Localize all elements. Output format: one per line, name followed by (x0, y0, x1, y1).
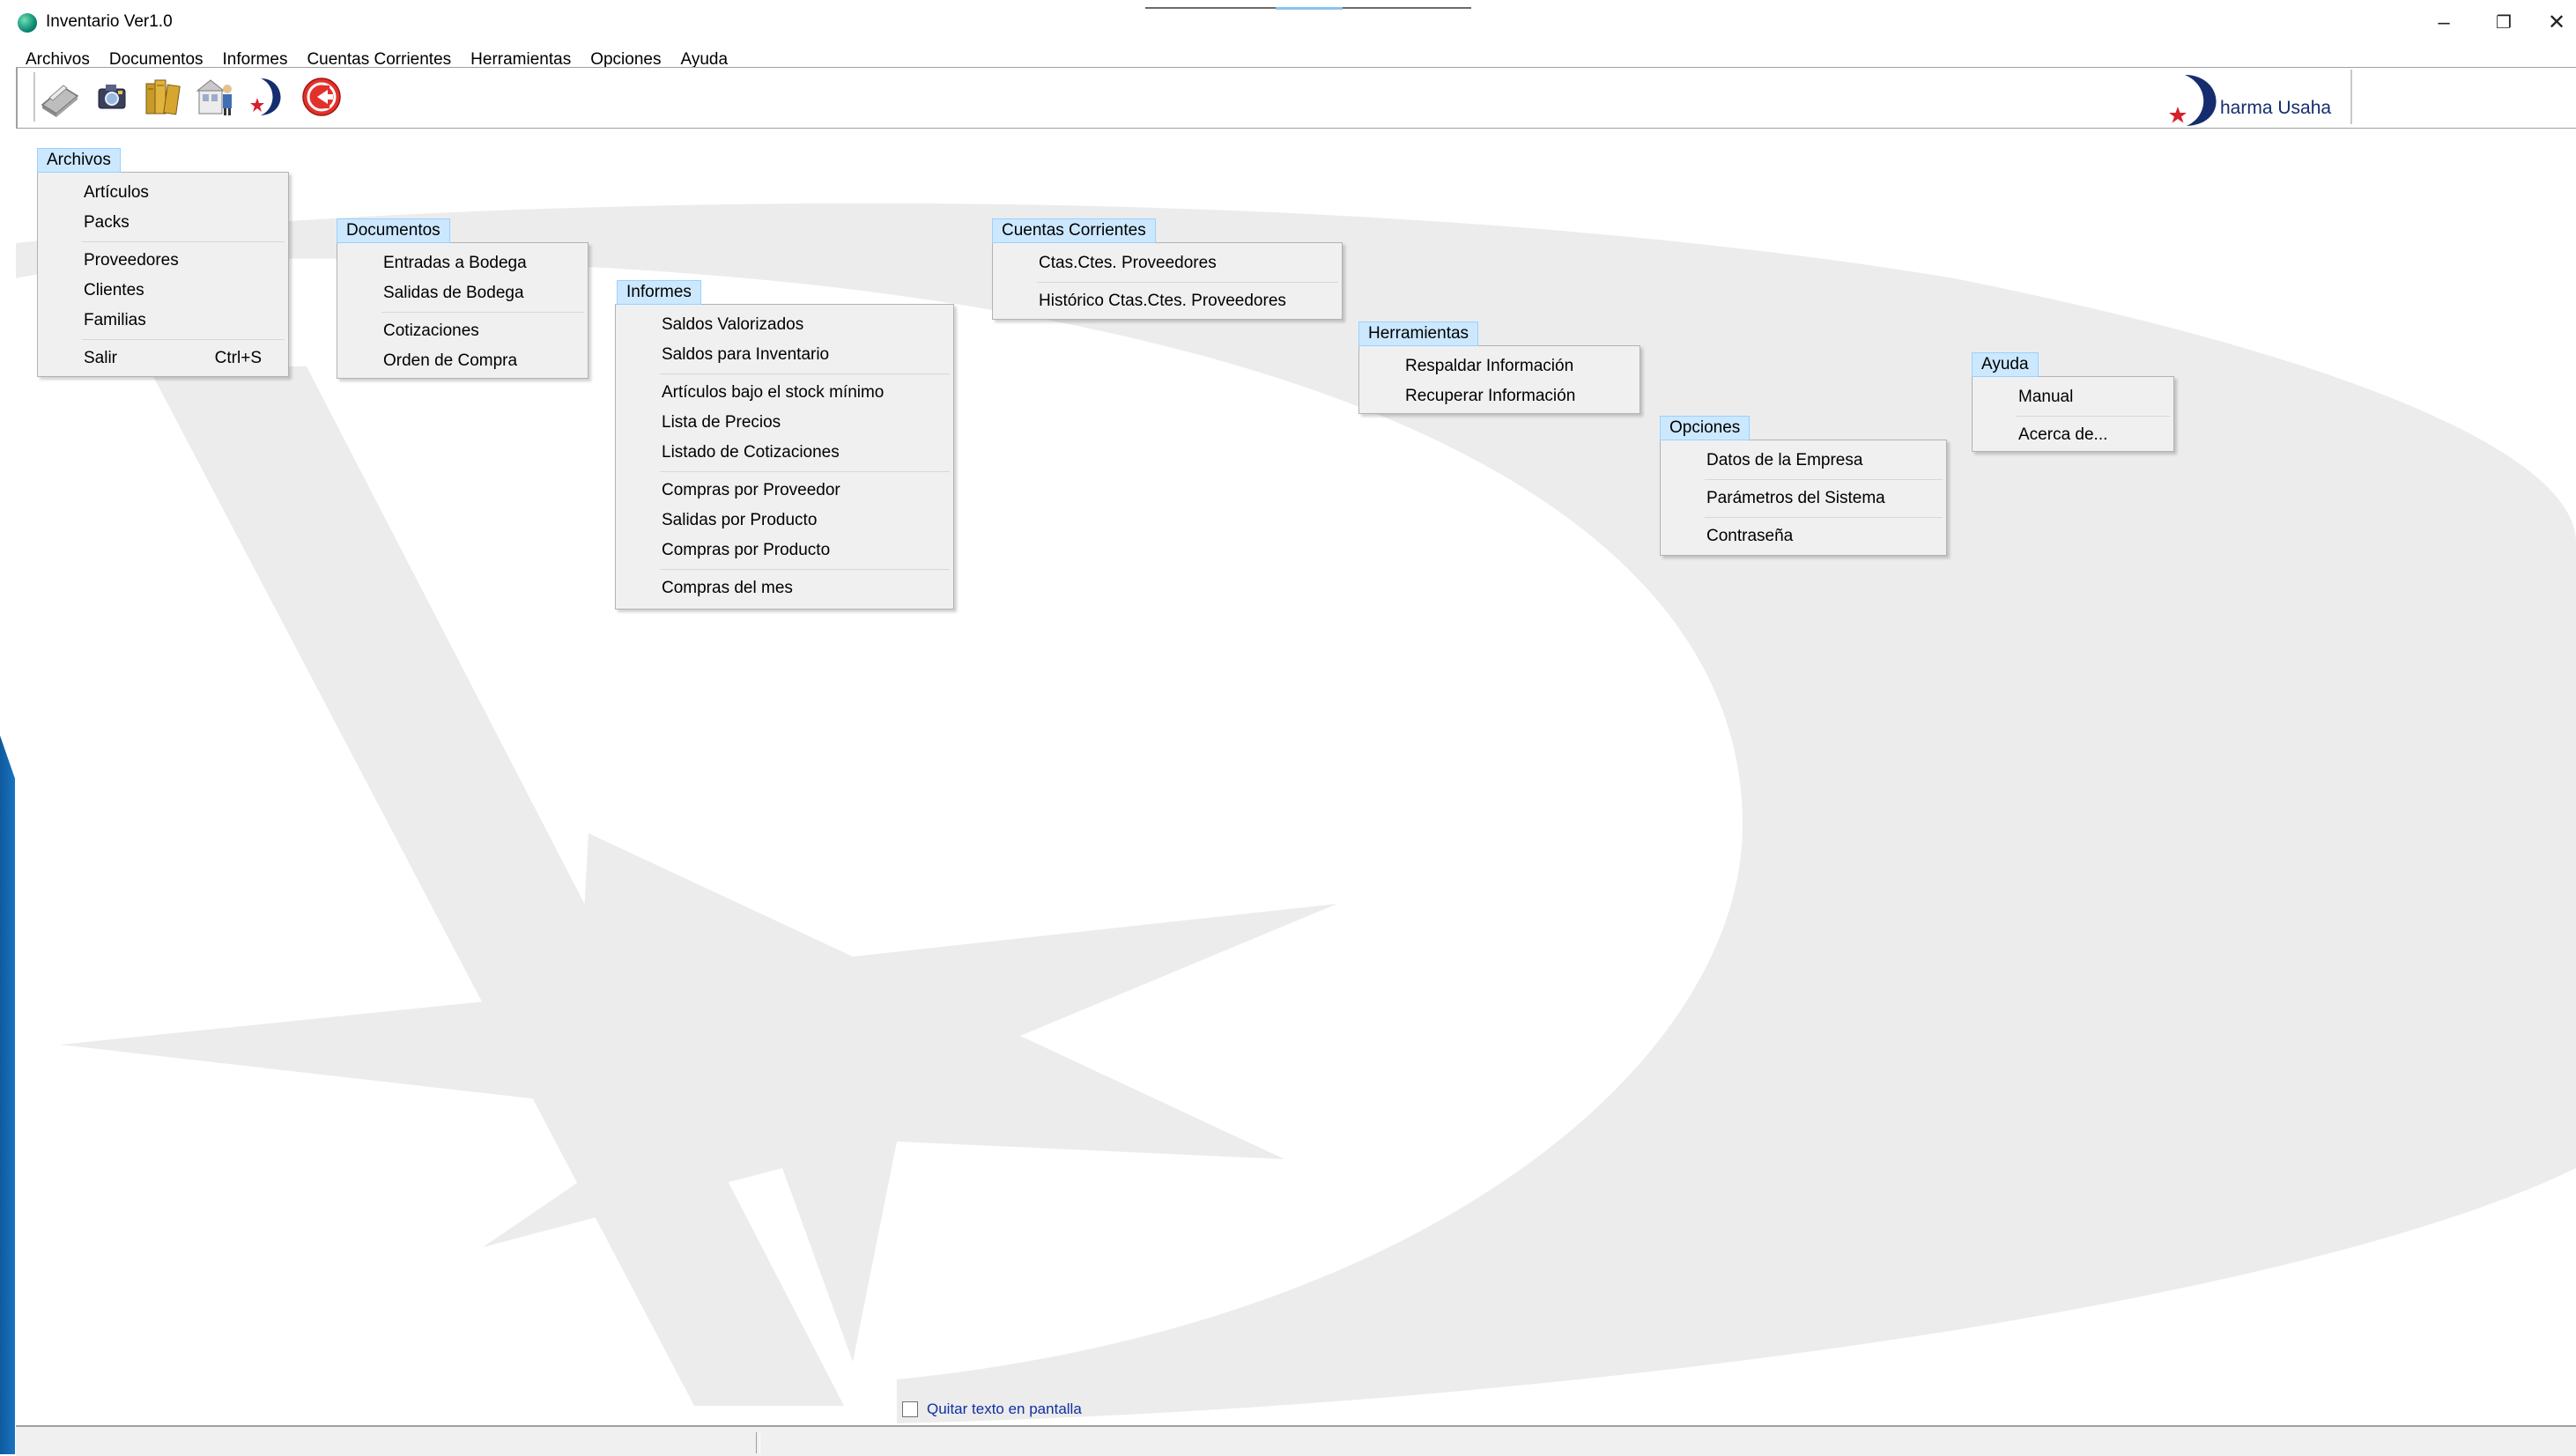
menu-item-articulos-stock-minimo[interactable]: Artículos bajo el stock mínimo (616, 378, 953, 408)
cuentas-menu: Ctas.Ctes. Proveedores Histórico Ctas.Ct… (992, 242, 1343, 320)
informes-menu-title[interactable]: Informes (617, 280, 701, 305)
menu-item-listado-cotizaciones[interactable]: Listado de Cotizaciones (616, 438, 953, 468)
archivos-menu: Artículos Packs Proveedores Clientes Fam… (37, 172, 289, 377)
documentos-menu-title[interactable]: Documentos (337, 218, 450, 243)
menu-item-ctas-ctes-proveedores[interactable]: Ctas.Ctes. Proveedores (993, 248, 1342, 278)
menu-item-salidas-producto[interactable]: Salidas por Producto (616, 506, 953, 536)
menu-separator (1705, 517, 1943, 518)
status-bar (16, 1425, 2576, 1456)
menu-item-compras-producto[interactable]: Compras por Producto (616, 536, 953, 565)
informes-menu: Saldos Valorizados Saldos para Inventari… (615, 304, 954, 610)
toolbar-divider (2350, 70, 2352, 124)
menu-item-acerca-de[interactable]: Acerca de... (1973, 420, 2173, 450)
menu-item-proveedores[interactable]: Proveedores (38, 246, 288, 276)
herramientas-menu: Respaldar Información Recuperar Informac… (1358, 345, 1640, 414)
restore-button[interactable]: ❐ (2477, 5, 2530, 41)
menu-item-cotizaciones[interactable]: Cotizaciones (337, 316, 588, 346)
opciones-menu-title[interactable]: Opciones (1660, 416, 1751, 440)
brand-name: harma Usaha (2220, 98, 2332, 118)
herramientas-menu-title[interactable]: Herramientas (1358, 322, 1479, 346)
menu-separator (660, 569, 950, 570)
menu-item-manual[interactable]: Manual (1973, 382, 2173, 412)
menu-item-recuperar[interactable]: Recuperar Información (1359, 381, 1640, 411)
ayuda-menu-title[interactable]: Ayuda (1972, 352, 2039, 377)
warehouse-icon[interactable] (194, 75, 238, 119)
menu-item-contrasena[interactable]: Contraseña (1661, 521, 1946, 551)
menu-item-parametros-sistema[interactable]: Parámetros del Sistema (1661, 484, 1946, 514)
menu-item-salir-shortcut: Ctrl+S (214, 349, 262, 367)
toolbar-grip (33, 72, 35, 122)
dharma-logo-icon[interactable] (247, 75, 291, 119)
books-icon[interactable] (141, 75, 185, 119)
remove-text-label: Quitar texto en pantalla (927, 1401, 1082, 1417)
cuentas-menu-title[interactable]: Cuentas Corrientes (992, 218, 1156, 243)
menu-separator (2017, 416, 2170, 417)
documentos-menu: Entradas a Bodega Salidas de Bodega Coti… (337, 242, 588, 379)
window-title: Inventario Ver1.0 (46, 12, 173, 31)
close-button[interactable]: ✕ (2537, 5, 2576, 41)
menu-item-clientes[interactable]: Clientes (38, 276, 288, 306)
camera-icon[interactable] (90, 75, 134, 119)
menu-item-datos-empresa[interactable]: Datos de la Empresa (1661, 446, 1946, 476)
menu-item-familias[interactable]: Familias (38, 306, 288, 336)
status-panel-left (16, 1432, 757, 1453)
status-panel-right (759, 1432, 2557, 1453)
menu-separator (381, 312, 584, 313)
minimize-button[interactable]: – (2417, 5, 2470, 41)
title-bar: Inventario Ver1.0 – ❐ ✕ (0, 0, 2576, 46)
title-tab-strip-highlight (1276, 7, 1343, 10)
exit-icon[interactable] (300, 75, 344, 119)
opciones-menu: Datos de la Empresa Parámetros del Siste… (1660, 440, 1947, 556)
remove-text-option[interactable]: Quitar texto en pantalla (902, 1401, 1082, 1418)
menu-separator (660, 471, 950, 472)
menu-separator (1037, 282, 1338, 283)
menu-item-compras-proveedor[interactable]: Compras por Proveedor (616, 476, 953, 506)
menu-item-salir[interactable]: Salir Ctrl+S (38, 344, 288, 373)
menu-separator (1705, 479, 1943, 480)
ayuda-menu: Manual Acerca de... (1972, 376, 2174, 452)
menu-item-historico-ctas-ctes[interactable]: Histórico Ctas.Ctes. Proveedores (993, 286, 1342, 316)
menu-separator (660, 373, 950, 374)
menu-separator (82, 241, 285, 242)
toolbar: harma Usaha (16, 67, 2576, 129)
scanner-icon[interactable] (37, 75, 81, 119)
menu-item-saldos-valorizados[interactable]: Saldos Valorizados (616, 310, 953, 340)
archivos-menu-title[interactable]: Archivos (37, 148, 121, 173)
menu-item-saldos-inventario[interactable]: Saldos para Inventario (616, 340, 953, 370)
menu-separator (82, 339, 285, 340)
menu-item-salidas-bodega[interactable]: Salidas de Bodega (337, 278, 588, 308)
app-icon (18, 13, 37, 33)
remove-text-checkbox[interactable] (902, 1401, 918, 1417)
menu-item-packs[interactable]: Packs (38, 208, 288, 238)
menu-item-entradas-bodega[interactable]: Entradas a Bodega (337, 248, 588, 278)
menu-item-articulos[interactable]: Artículos (38, 178, 288, 208)
menu-item-lista-precios[interactable]: Lista de Precios (616, 408, 953, 438)
menu-item-compras-mes[interactable]: Compras del mes (616, 573, 953, 603)
menu-item-respaldar[interactable]: Respaldar Información (1359, 351, 1640, 381)
menu-item-orden-compra[interactable]: Orden de Compra (337, 346, 588, 376)
menu-item-salir-label: Salir (84, 349, 118, 367)
desktop-edge (0, 735, 15, 1454)
